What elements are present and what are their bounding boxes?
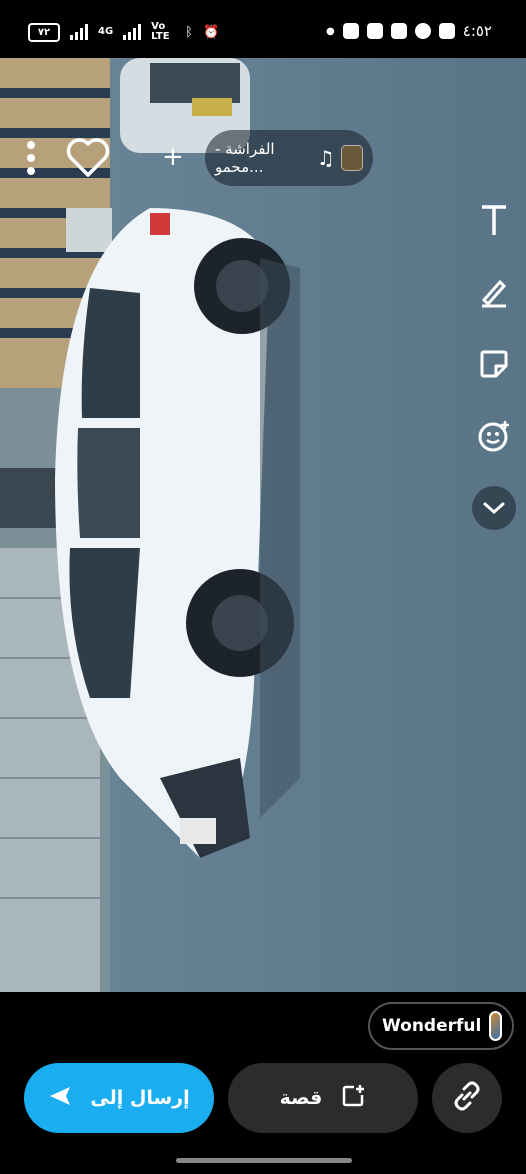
signal-2-icon (123, 24, 142, 40)
plus-icon[interactable]: + (162, 142, 184, 172)
bluetooth-icon: ᛒ (185, 24, 193, 40)
chevron-down-icon[interactable] (472, 486, 516, 530)
alarm-icon: ⏰ (202, 24, 220, 40)
heart-icon[interactable] (66, 138, 110, 182)
status-right: ● ٤:٥٢ (326, 22, 492, 40)
whatsapp-icon (414, 23, 431, 39)
snap-photo: + الفراشة - محمو... ♫ (0, 58, 526, 992)
status-time: ٤:٥٢ (462, 22, 492, 40)
add-story-icon (340, 1083, 366, 1114)
snapchat-2-icon (438, 23, 455, 39)
music-title: الفراشة - محمو... (215, 140, 275, 176)
battery-indicator: ٧٢ (28, 22, 60, 42)
network-label: 4G (98, 26, 114, 37)
car-photo-image (0, 58, 526, 992)
link-button[interactable] (432, 1063, 502, 1133)
status-left: ٧٢ 4G Vo LTE ᛒ ⏰ (28, 22, 219, 42)
tool-column (472, 198, 516, 530)
volte-label: Vo LTE (151, 21, 170, 42)
music-album-art (340, 145, 363, 171)
send-to-button[interactable]: إرسال إلى (24, 1063, 214, 1133)
sound-chip[interactable]: Wonderful (368, 1002, 514, 1050)
story-label: قصة (279, 1087, 323, 1109)
send-arrow-icon (48, 1085, 72, 1112)
dot-icon: ● (326, 25, 335, 37)
send-to-label: إرسال إلى (90, 1087, 190, 1109)
snapchat-ghost-icon (390, 23, 407, 39)
sticker-tool-icon[interactable] (472, 342, 516, 386)
link-icon (451, 1080, 483, 1116)
emoji-tool-icon[interactable] (472, 414, 516, 458)
story-button[interactable]: قصة (228, 1063, 418, 1133)
instagram-icon (342, 23, 359, 39)
signal-icon (70, 24, 88, 40)
snapchat-icon (366, 23, 383, 39)
sound-chip-label: Wonderful (382, 1016, 482, 1036)
pen-tool-icon[interactable] (472, 270, 516, 314)
sound-chip-thumbnail (489, 1011, 502, 1041)
music-note-icon: ♫ (316, 146, 335, 170)
text-tool-icon[interactable] (472, 198, 516, 242)
more-vertical-icon[interactable] (26, 140, 36, 180)
music-pill[interactable]: الفراشة - محمو... ♫ (205, 130, 373, 186)
status-bar: ٧٢ 4G Vo LTE ᛒ ⏰ ● ٤:٥٢ (0, 0, 526, 60)
home-indicator[interactable] (176, 1158, 352, 1163)
